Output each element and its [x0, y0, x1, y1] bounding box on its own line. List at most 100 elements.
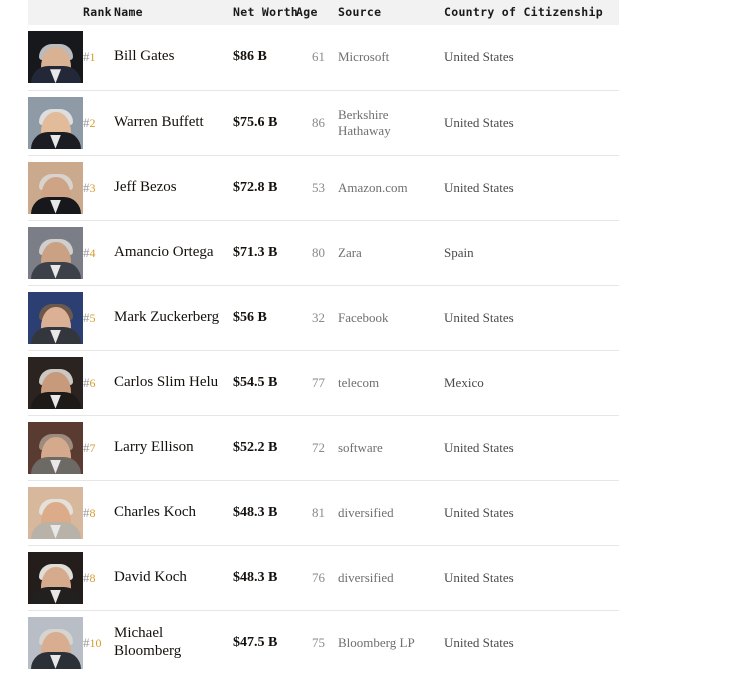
row-net-worth: $48.3 B: [233, 480, 296, 546]
row-source: telecom: [325, 350, 440, 416]
column-header-age[interactable]: Age: [296, 0, 325, 25]
row-age: 75: [312, 634, 325, 650]
row-photo-cell: [28, 480, 83, 546]
row-net-worth: $75.6 B: [233, 90, 296, 156]
row-rank: #3: [83, 155, 114, 221]
row-net-worth: $56 B: [233, 285, 296, 351]
row-name[interactable]: Michael Bloomberg: [114, 610, 233, 675]
row-name[interactable]: Larry Ellison: [114, 415, 233, 481]
row-rank: #7: [83, 415, 114, 481]
row-age: 32: [296, 285, 325, 351]
table-header: Rank Name Net Worth Age Source Country o…: [28, 0, 619, 25]
rank-number: 10: [89, 635, 102, 650]
column-header-source[interactable]: Source: [325, 0, 440, 25]
row-photo-cell: [28, 545, 83, 611]
row-age: 86: [296, 90, 325, 156]
row-rank: #1: [83, 25, 114, 91]
table-row[interactable]: #10 Michael Bloomberg $47.5 B 75 Bloomberg L…: [28, 610, 619, 675]
row-photo-cell: [28, 220, 83, 286]
row-net-worth: $86 B: [233, 25, 296, 91]
row-net-worth: $54.5 B: [233, 350, 296, 416]
row-photo-cell: [28, 350, 83, 416]
table-row[interactable]: #2 Warren Buffett $75.6 B 86 Berkshire Hatha…: [28, 90, 619, 156]
table-row[interactable]: #1 Bill Gates $86 B 61 Microsoft United State…: [28, 25, 619, 91]
row-country: United States: [440, 480, 619, 546]
column-header-name[interactable]: Name: [114, 0, 233, 25]
row-photo-cell: [28, 90, 83, 156]
row-age: 80: [296, 220, 325, 286]
row-net-worth: $72.8 B: [233, 155, 296, 221]
row-rank: #10: [83, 610, 114, 675]
row-age: 81: [296, 480, 325, 546]
rank-number: 5: [89, 310, 96, 325]
row-rank: #5: [83, 285, 114, 351]
portrait-michael-bloomberg[interactable]: [28, 616, 83, 669]
table-row[interactable]: #5 Mark Zuckerberg $56 B 32 Facebook United S…: [28, 285, 619, 351]
portrait-bill-gates[interactable]: [28, 31, 83, 84]
rank-number: 4: [89, 245, 96, 260]
row-net-worth: $47.5 B: [233, 634, 278, 650]
table-row[interactable]: #3 Jeff Bezos $72.8 B 53 Amazon.com United St…: [28, 155, 619, 221]
portrait-jeff-bezos[interactable]: [28, 161, 83, 214]
row-country: United States: [444, 634, 514, 650]
row-net-worth: $52.2 B: [233, 415, 296, 481]
row-name[interactable]: Mark Zuckerberg: [114, 285, 233, 351]
row-name[interactable]: Charles Koch: [114, 480, 233, 546]
row-name[interactable]: Carlos Slim Helu: [114, 350, 233, 416]
row-rank: #8: [83, 545, 114, 611]
table-header-row: Rank Name Net Worth Age Source Country o…: [28, 0, 619, 25]
portrait-carlos-slim-helu[interactable]: [28, 356, 83, 409]
rank-number: 3: [89, 180, 96, 195]
row-name[interactable]: Jeff Bezos: [114, 155, 233, 221]
row-source: Facebook: [325, 285, 440, 351]
row-name[interactable]: David Koch: [114, 545, 233, 611]
rank-number: 1: [89, 50, 96, 65]
row-source: Berkshire Hathaway: [325, 90, 440, 156]
column-header-rank[interactable]: Rank: [83, 0, 114, 25]
table-row[interactable]: #7 Larry Ellison $52.2 B 72 software United S…: [28, 415, 619, 481]
row-source: diversified: [325, 545, 440, 611]
row-country: United States: [440, 155, 619, 221]
column-header-country[interactable]: Country of Citizenship: [440, 0, 619, 25]
portrait-warren-buffett[interactable]: [28, 96, 83, 149]
row-age: 61: [296, 25, 325, 91]
row-age: 77: [296, 350, 325, 416]
row-source: software: [325, 415, 440, 481]
row-net-worth: $48.3 B: [233, 545, 296, 611]
row-photo-cell: [28, 285, 83, 351]
portrait-david-koch[interactable]: [28, 551, 83, 604]
row-name[interactable]: Bill Gates: [114, 25, 233, 91]
portrait-larry-ellison[interactable]: [28, 421, 83, 474]
portrait-charles-koch[interactable]: [28, 486, 83, 539]
row-country: Spain: [440, 220, 619, 286]
row-country: United States: [440, 25, 619, 91]
row-photo-cell: [28, 25, 83, 91]
column-header-net-worth[interactable]: Net Worth: [233, 0, 298, 25]
row-source: Zara: [325, 220, 440, 286]
rank-number: 7: [89, 440, 96, 455]
portrait-amancio-ortega[interactable]: [28, 226, 83, 279]
rank-number: 2: [89, 115, 96, 130]
table-row[interactable]: #4 Amancio Ortega $71.3 B 80 Zara Spain: [28, 220, 619, 286]
row-country: United States: [440, 90, 619, 156]
row-name[interactable]: Amancio Ortega: [114, 220, 233, 286]
column-header-photo: [28, 0, 83, 25]
row-country: Mexico: [440, 350, 619, 416]
row-rank: #8: [83, 480, 114, 546]
row-name[interactable]: Warren Buffett: [114, 90, 233, 156]
table-row[interactable]: #8 Charles Koch $48.3 B 81 diversified United…: [28, 480, 619, 546]
portrait-mark-zuckerberg[interactable]: [28, 291, 83, 344]
row-photo-cell: [28, 415, 83, 481]
billionaires-table: Rank Name Net Worth Age Source Country o…: [28, 0, 619, 675]
row-net-worth: $71.3 B: [233, 220, 296, 286]
table-row[interactable]: #8 David Koch $48.3 B 76 diversified United S…: [28, 545, 619, 611]
rank-number: 8: [89, 570, 96, 585]
row-age: 72: [296, 415, 325, 481]
row-photo-cell: [28, 610, 83, 675]
table-row[interactable]: #6 Carlos Slim Helu $54.5 B 77 telecom Mexico: [28, 350, 619, 416]
row-source: Bloomberg LP: [338, 634, 415, 650]
row-rank: #6: [83, 350, 114, 416]
row-photo-cell: [28, 155, 83, 221]
row-source: Amazon.com: [325, 155, 440, 221]
row-rank: #2: [83, 90, 114, 156]
